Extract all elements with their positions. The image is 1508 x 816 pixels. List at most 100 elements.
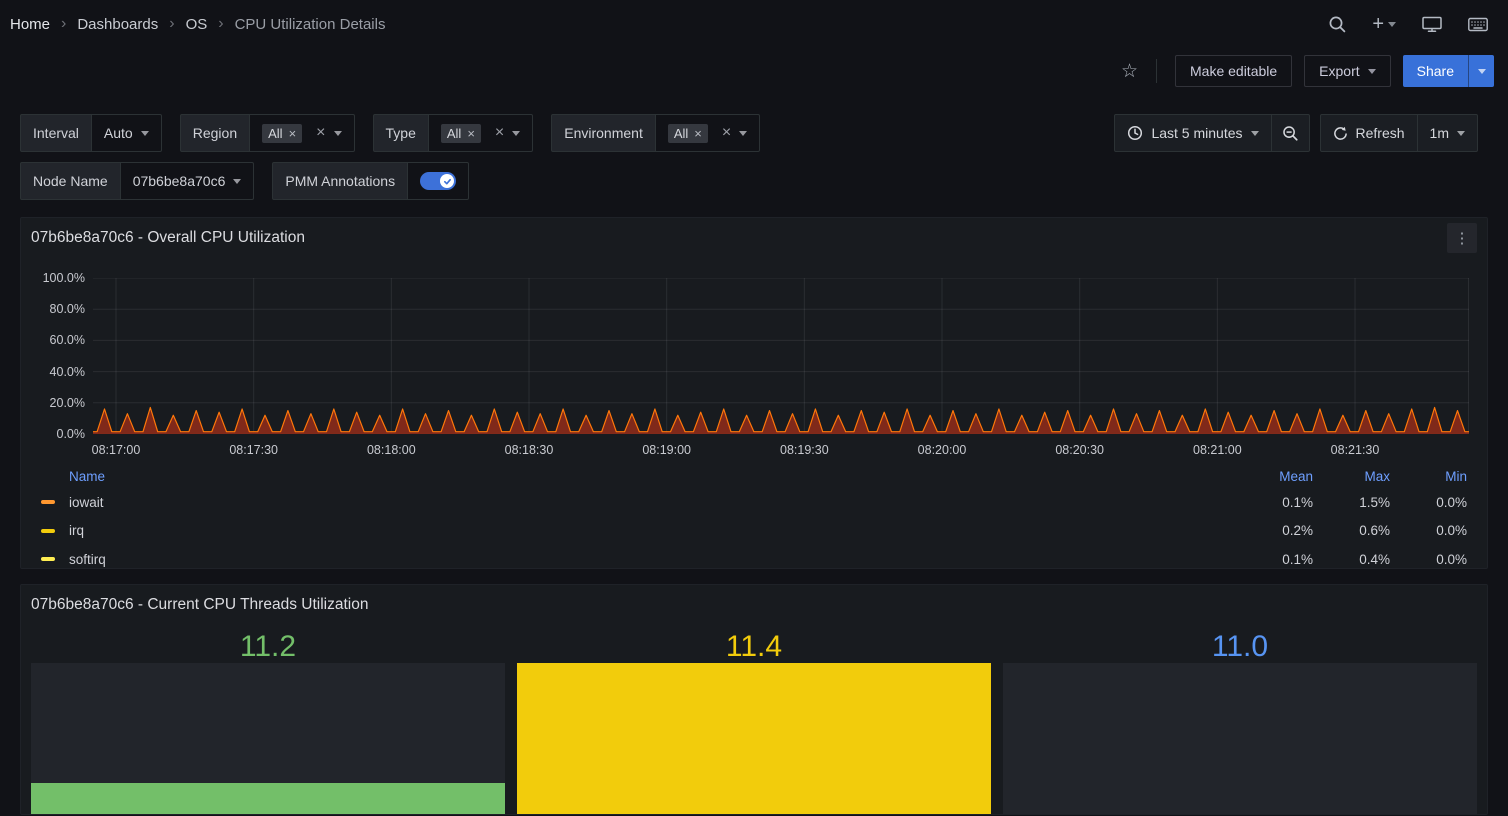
x-axis-labels: 08:17:00 08:17:30 08:18:00 08:18:30 08:1… [21,442,1487,458]
gauge-bar [517,663,991,815]
share-dropdown-button[interactable] [1468,55,1494,87]
breadcrumb-separator-icon: › [61,15,66,33]
series-name[interactable]: iowait [69,495,104,510]
top-nav-actions: + [1328,15,1488,33]
type-filter: Type All × × [373,114,534,152]
x-tick: 08:17:00 [76,442,156,458]
series-mean: 0.1% [1236,552,1313,567]
node-name-filter: Node Name 07b6be8a70c6 [20,162,254,200]
series-color-swatch [41,557,55,561]
interval-filter: Interval Auto [20,114,162,152]
y-tick: 100.0% [21,270,85,286]
filter-row-2: Node Name 07b6be8a70c6 PMM Annotations [20,162,1478,200]
node-name-select[interactable]: 07b6be8a70c6 [120,162,255,200]
environment-select[interactable]: All × × [655,114,760,152]
chevron-down-icon [233,179,241,184]
breadcrumb-dashboards[interactable]: Dashboards [77,16,158,33]
thread-gauges: 11.2 11.4 11.0 [21,631,1487,815]
legend-header-min[interactable]: Min [1390,469,1467,484]
remove-tag-icon[interactable]: × [467,127,475,140]
legend-rows: iowait 0.1% 1.5% 0.0% irq 0.2% 0.6% 0.0% [21,488,1487,568]
share-button[interactable]: Share [1403,55,1468,87]
chevron-down-icon [512,131,520,136]
export-button[interactable]: Export [1304,55,1390,87]
legend-header-max[interactable]: Max [1313,469,1390,484]
add-menu-button[interactable]: + [1372,15,1396,33]
series-min: 0.0% [1390,495,1467,510]
chevron-down-icon [739,131,747,136]
toggle-knob [440,174,454,188]
x-tick: 08:17:30 [214,442,294,458]
x-tick: 08:21:00 [1177,442,1257,458]
grafana-dashboard: Home › Dashboards › OS › CPU Utilization… [0,0,1508,815]
clear-selection-icon[interactable]: × [722,125,731,141]
remove-tag-icon[interactable]: × [289,127,297,140]
favorite-star-button[interactable]: ☆ [1121,60,1138,83]
y-tick: 60.0% [21,332,85,348]
interval-select[interactable]: Auto [91,114,162,152]
x-tick: 08:20:30 [1040,442,1120,458]
y-tick: 20.0% [21,395,85,411]
export-label: Export [1319,63,1359,79]
plus-icon: + [1372,15,1384,33]
type-select[interactable]: All × × [428,114,533,152]
gauge-bar [31,663,505,815]
legend-header-mean[interactable]: Mean [1236,469,1313,484]
region-tag[interactable]: All × [262,124,302,143]
gauge-value: 11.4 [517,631,991,663]
breadcrumb: Home › Dashboards › OS › CPU Utilization… [10,15,385,33]
legend-header-name[interactable]: Name [69,469,105,484]
panel-title[interactable]: 07b6be8a70c6 - Current CPU Threads Utili… [31,596,368,614]
series-min: 0.0% [1390,523,1467,538]
cpu-utilization-chart[interactable] [93,278,1469,434]
dashboard-toolbar: ☆ Make editable Export Share [0,48,1508,94]
series-min: 0.0% [1390,552,1467,567]
node-name-value: 07b6be8a70c6 [133,173,226,189]
gauge-fill [31,783,505,815]
refresh-interval-select[interactable]: 1m [1417,114,1478,152]
pmm-annotations-toggle[interactable] [420,172,456,190]
type-tag[interactable]: All × [441,124,481,143]
chevron-down-icon [1457,131,1465,136]
series-mean: 0.1% [1236,495,1313,510]
panel-title[interactable]: 07b6be8a70c6 - Overall CPU Utilization [31,229,305,247]
type-label: Type [373,114,429,152]
x-tick: 08:19:30 [764,442,844,458]
keyboard-shortcuts-icon[interactable] [1468,17,1488,32]
clear-selection-icon[interactable]: × [495,125,504,141]
time-range-group: Last 5 minutes [1114,114,1309,152]
gauge-value: 11.2 [31,631,505,663]
time-range-picker[interactable]: Last 5 minutes [1114,114,1271,152]
dashboard-variables: Interval Auto Region All × × T [0,94,1508,200]
zoom-out-icon [1282,125,1299,142]
series-max: 0.4% [1313,552,1390,567]
breadcrumb-os[interactable]: OS [186,16,208,33]
environment-tag[interactable]: All × [668,124,708,143]
panel-menu-button[interactable]: ⋮ [1447,223,1477,253]
tv-mode-icon[interactable] [1422,15,1442,33]
series-name[interactable]: softirq [69,552,106,567]
make-editable-button[interactable]: Make editable [1175,55,1292,87]
search-icon[interactable] [1328,15,1346,33]
time-controls: Last 5 minutes Refresh [1114,114,1478,152]
gauge-value: 11.0 [1003,631,1477,663]
refresh-group: Refresh 1m [1320,114,1478,152]
panel-overall-cpu-utilization: 07b6be8a70c6 - Overall CPU Utilization ⋮… [20,217,1488,569]
refresh-label: Refresh [1356,125,1405,141]
remove-tag-icon[interactable]: × [694,127,702,140]
chevron-down-icon [334,131,342,136]
pmm-annotations-filter: PMM Annotations [272,162,469,200]
clear-selection-icon[interactable]: × [316,125,325,141]
environment-filter: Environment All × × [551,114,760,152]
zoom-out-button[interactable] [1271,114,1310,152]
y-tick: 80.0% [21,301,85,317]
refresh-button[interactable]: Refresh [1320,114,1418,152]
node-name-label: Node Name [20,162,121,200]
region-select[interactable]: All × × [249,114,354,152]
chevron-down-icon [1388,22,1396,27]
breadcrumb-home[interactable]: Home [10,16,50,33]
region-tag-value: All [268,126,282,141]
region-filter: Region All × × [180,114,355,152]
series-name[interactable]: irq [69,523,84,538]
region-label: Region [180,114,250,152]
